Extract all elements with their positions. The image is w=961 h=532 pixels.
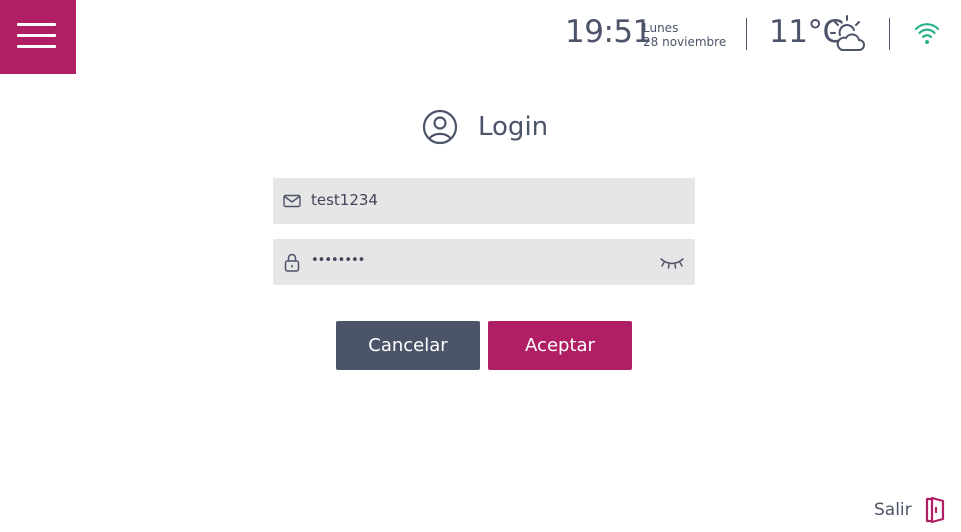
page-title: Login [478, 112, 549, 142]
wifi-icon [914, 23, 940, 44]
clock-time: 19:51 [565, 14, 652, 50]
app-screen: 19:51 Lunes 28 noviembre 11°C Login test… [0, 0, 961, 532]
eye-closed-icon[interactable] [659, 253, 685, 271]
accept-button[interactable]: Aceptar [488, 321, 632, 370]
username-field[interactable]: test1234 [273, 178, 695, 224]
date-label: 28 noviembre [643, 35, 727, 49]
hamburger-line [17, 34, 56, 37]
date-display: Lunes 28 noviembre [643, 21, 726, 49]
exit-label: Salir [874, 500, 912, 520]
cancel-button[interactable]: Cancelar [336, 321, 480, 370]
header-divider [889, 18, 890, 50]
hamburger-line [17, 45, 56, 48]
password-field[interactable]: •••••••• [273, 239, 695, 285]
exit-door-icon [925, 496, 945, 524]
lock-icon [284, 253, 300, 272]
menu-button[interactable] [0, 0, 76, 74]
username-input[interactable]: test1234 [311, 191, 378, 209]
day-label: Lunes [643, 21, 679, 35]
partly-cloudy-icon [830, 15, 865, 51]
envelope-icon [283, 194, 301, 208]
header-divider [746, 18, 747, 50]
hamburger-menu-icon [17, 23, 56, 26]
password-input[interactable]: •••••••• [311, 253, 365, 268]
user-circle-icon [422, 109, 458, 145]
